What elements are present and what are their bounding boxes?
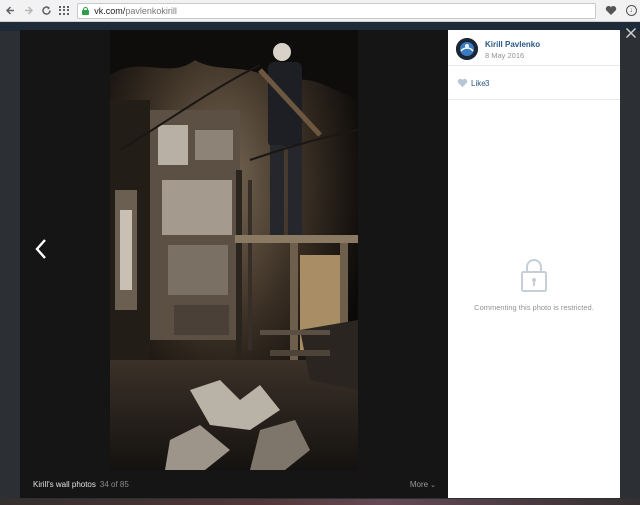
post-date[interactable]: 8 May 2016 [485,51,524,60]
chevron-down-icon: ⌄ [430,482,436,489]
forward-button[interactable] [20,2,38,20]
author-name-link[interactable]: Kirill Pavlenko [485,40,540,49]
more-menu-button[interactable]: More ⌄ [410,480,436,489]
photo-caption: Kirill's wall photos 34 of 85 [33,480,129,489]
photo-viewer: Kirill's wall photos 34 of 85 More ⌄ Kiril… [20,30,620,498]
download-button[interactable]: ↓ [622,2,640,20]
comments-restricted-text: Commenting this photo is restricted. [474,303,594,312]
like-count[interactable]: 3 [485,79,489,88]
close-icon [625,27,637,39]
lock-icon [521,259,547,292]
author-avatar[interactable] [456,38,478,60]
reload-icon [42,6,51,15]
arrow-right-icon [25,6,34,15]
previous-photo-button[interactable] [34,238,52,262]
like-heart-icon[interactable] [457,78,468,88]
back-button[interactable] [2,2,20,20]
photo-sidebar: Kirill Pavlenko 8 May 2016 Like 3 Commen… [448,30,620,498]
heart-icon [606,5,617,15]
like-button[interactable]: Like [471,79,486,88]
photo-position: 34 of 85 [99,480,129,489]
author-block: Kirill Pavlenko 8 May 2016 [448,30,620,66]
browser-toolbar: vk.com/pavlenkokirill ↓ [0,0,640,22]
download-icon: ↓ [625,5,637,16]
arrow-left-icon [6,6,15,15]
bookmark-heart-button[interactable] [602,2,620,20]
apps-grid-icon[interactable] [59,5,70,16]
photo-image [110,30,358,470]
reload-button[interactable] [38,2,56,20]
avatar-image [456,38,478,60]
secure-lock-icon [82,6,90,15]
page-content-strip [0,499,640,505]
more-label: More [409,480,429,489]
close-viewer-button[interactable] [624,27,638,41]
album-title-link[interactable]: Kirill's wall photos [33,480,96,489]
photo[interactable] [110,30,358,470]
like-row: Like 3 [448,66,620,100]
chevron-left-icon [35,239,46,259]
photo-pane: Kirill's wall photos 34 of 85 More ⌄ [20,30,448,498]
address-bar[interactable]: vk.com/pavlenkokirill [77,2,597,19]
url-text: vk.com/pavlenkokirill [94,5,177,16]
